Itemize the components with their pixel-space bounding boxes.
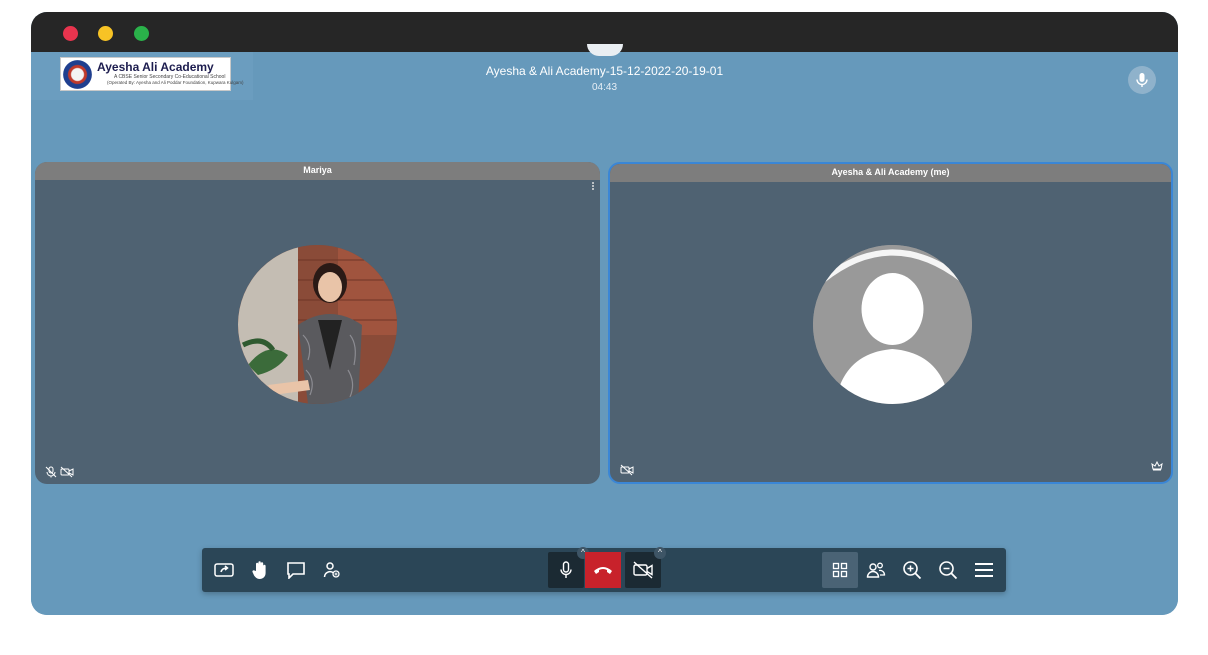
avatar xyxy=(238,245,397,404)
microphone-icon xyxy=(559,561,573,579)
breakout-rooms-button[interactable] xyxy=(860,554,892,586)
top-notch xyxy=(587,44,623,56)
maximize-window-button[interactable] xyxy=(134,26,149,41)
status-icons xyxy=(620,464,634,476)
mic-muted-icon xyxy=(45,466,57,478)
meeting-toolbar: ^ ^ xyxy=(202,547,1006,592)
camera-off-icon xyxy=(620,464,634,476)
app-window: Ayesha Ali Academy A CBSE Senior Seconda… xyxy=(31,12,1178,615)
minimize-window-button[interactable] xyxy=(98,26,113,41)
zoom-in-icon xyxy=(902,560,922,580)
camera-options-caret[interactable]: ^ xyxy=(654,547,666,559)
share-screen-button[interactable] xyxy=(208,554,240,586)
zoom-in-button[interactable] xyxy=(896,554,928,586)
default-avatar-icon xyxy=(813,245,972,404)
participants-icon xyxy=(323,561,341,579)
camera-off-icon xyxy=(60,466,74,478)
crown-icon xyxy=(1151,461,1163,471)
hangup-button[interactable] xyxy=(585,552,621,588)
participant-name: Ayesha & Ali Academy (me) xyxy=(610,164,1171,182)
zoom-out-button[interactable] xyxy=(932,554,964,586)
moderator-badge xyxy=(1151,458,1163,476)
more-options-icon[interactable] xyxy=(590,181,596,191)
chat-button[interactable] xyxy=(280,554,312,586)
participant-name: Mariya xyxy=(35,162,600,180)
chat-icon xyxy=(286,561,306,579)
meeting-stage: Ayesha Ali Academy A CBSE Senior Seconda… xyxy=(31,44,1178,615)
meeting-timer: 04:43 xyxy=(591,82,618,93)
more-menu-button[interactable] xyxy=(968,554,1000,586)
camera-off-icon xyxy=(632,561,654,579)
menu-icon xyxy=(974,562,994,578)
share-screen-icon xyxy=(214,562,234,578)
close-window-button[interactable] xyxy=(63,26,78,41)
participants-button[interactable] xyxy=(316,554,348,586)
meeting-title: Ayesha & Ali Academy-15-12-2022-20-19-01 xyxy=(485,64,724,78)
microphone-icon[interactable] xyxy=(1128,66,1156,94)
participant-tile-me[interactable]: Ayesha & Ali Academy (me) xyxy=(608,162,1173,484)
breakout-rooms-icon xyxy=(866,561,886,579)
zoom-out-icon xyxy=(938,560,958,580)
hangup-icon xyxy=(592,564,614,576)
participant-tile-mariya[interactable]: Mariya xyxy=(35,162,600,484)
status-icons xyxy=(45,466,74,478)
tile-view-icon xyxy=(832,562,848,578)
microphone-button[interactable]: ^ xyxy=(548,547,589,588)
camera-button[interactable]: ^ xyxy=(625,547,666,588)
raise-hand-icon xyxy=(251,560,269,580)
raise-hand-button[interactable] xyxy=(244,554,276,586)
tile-view-button[interactable] xyxy=(822,552,858,588)
